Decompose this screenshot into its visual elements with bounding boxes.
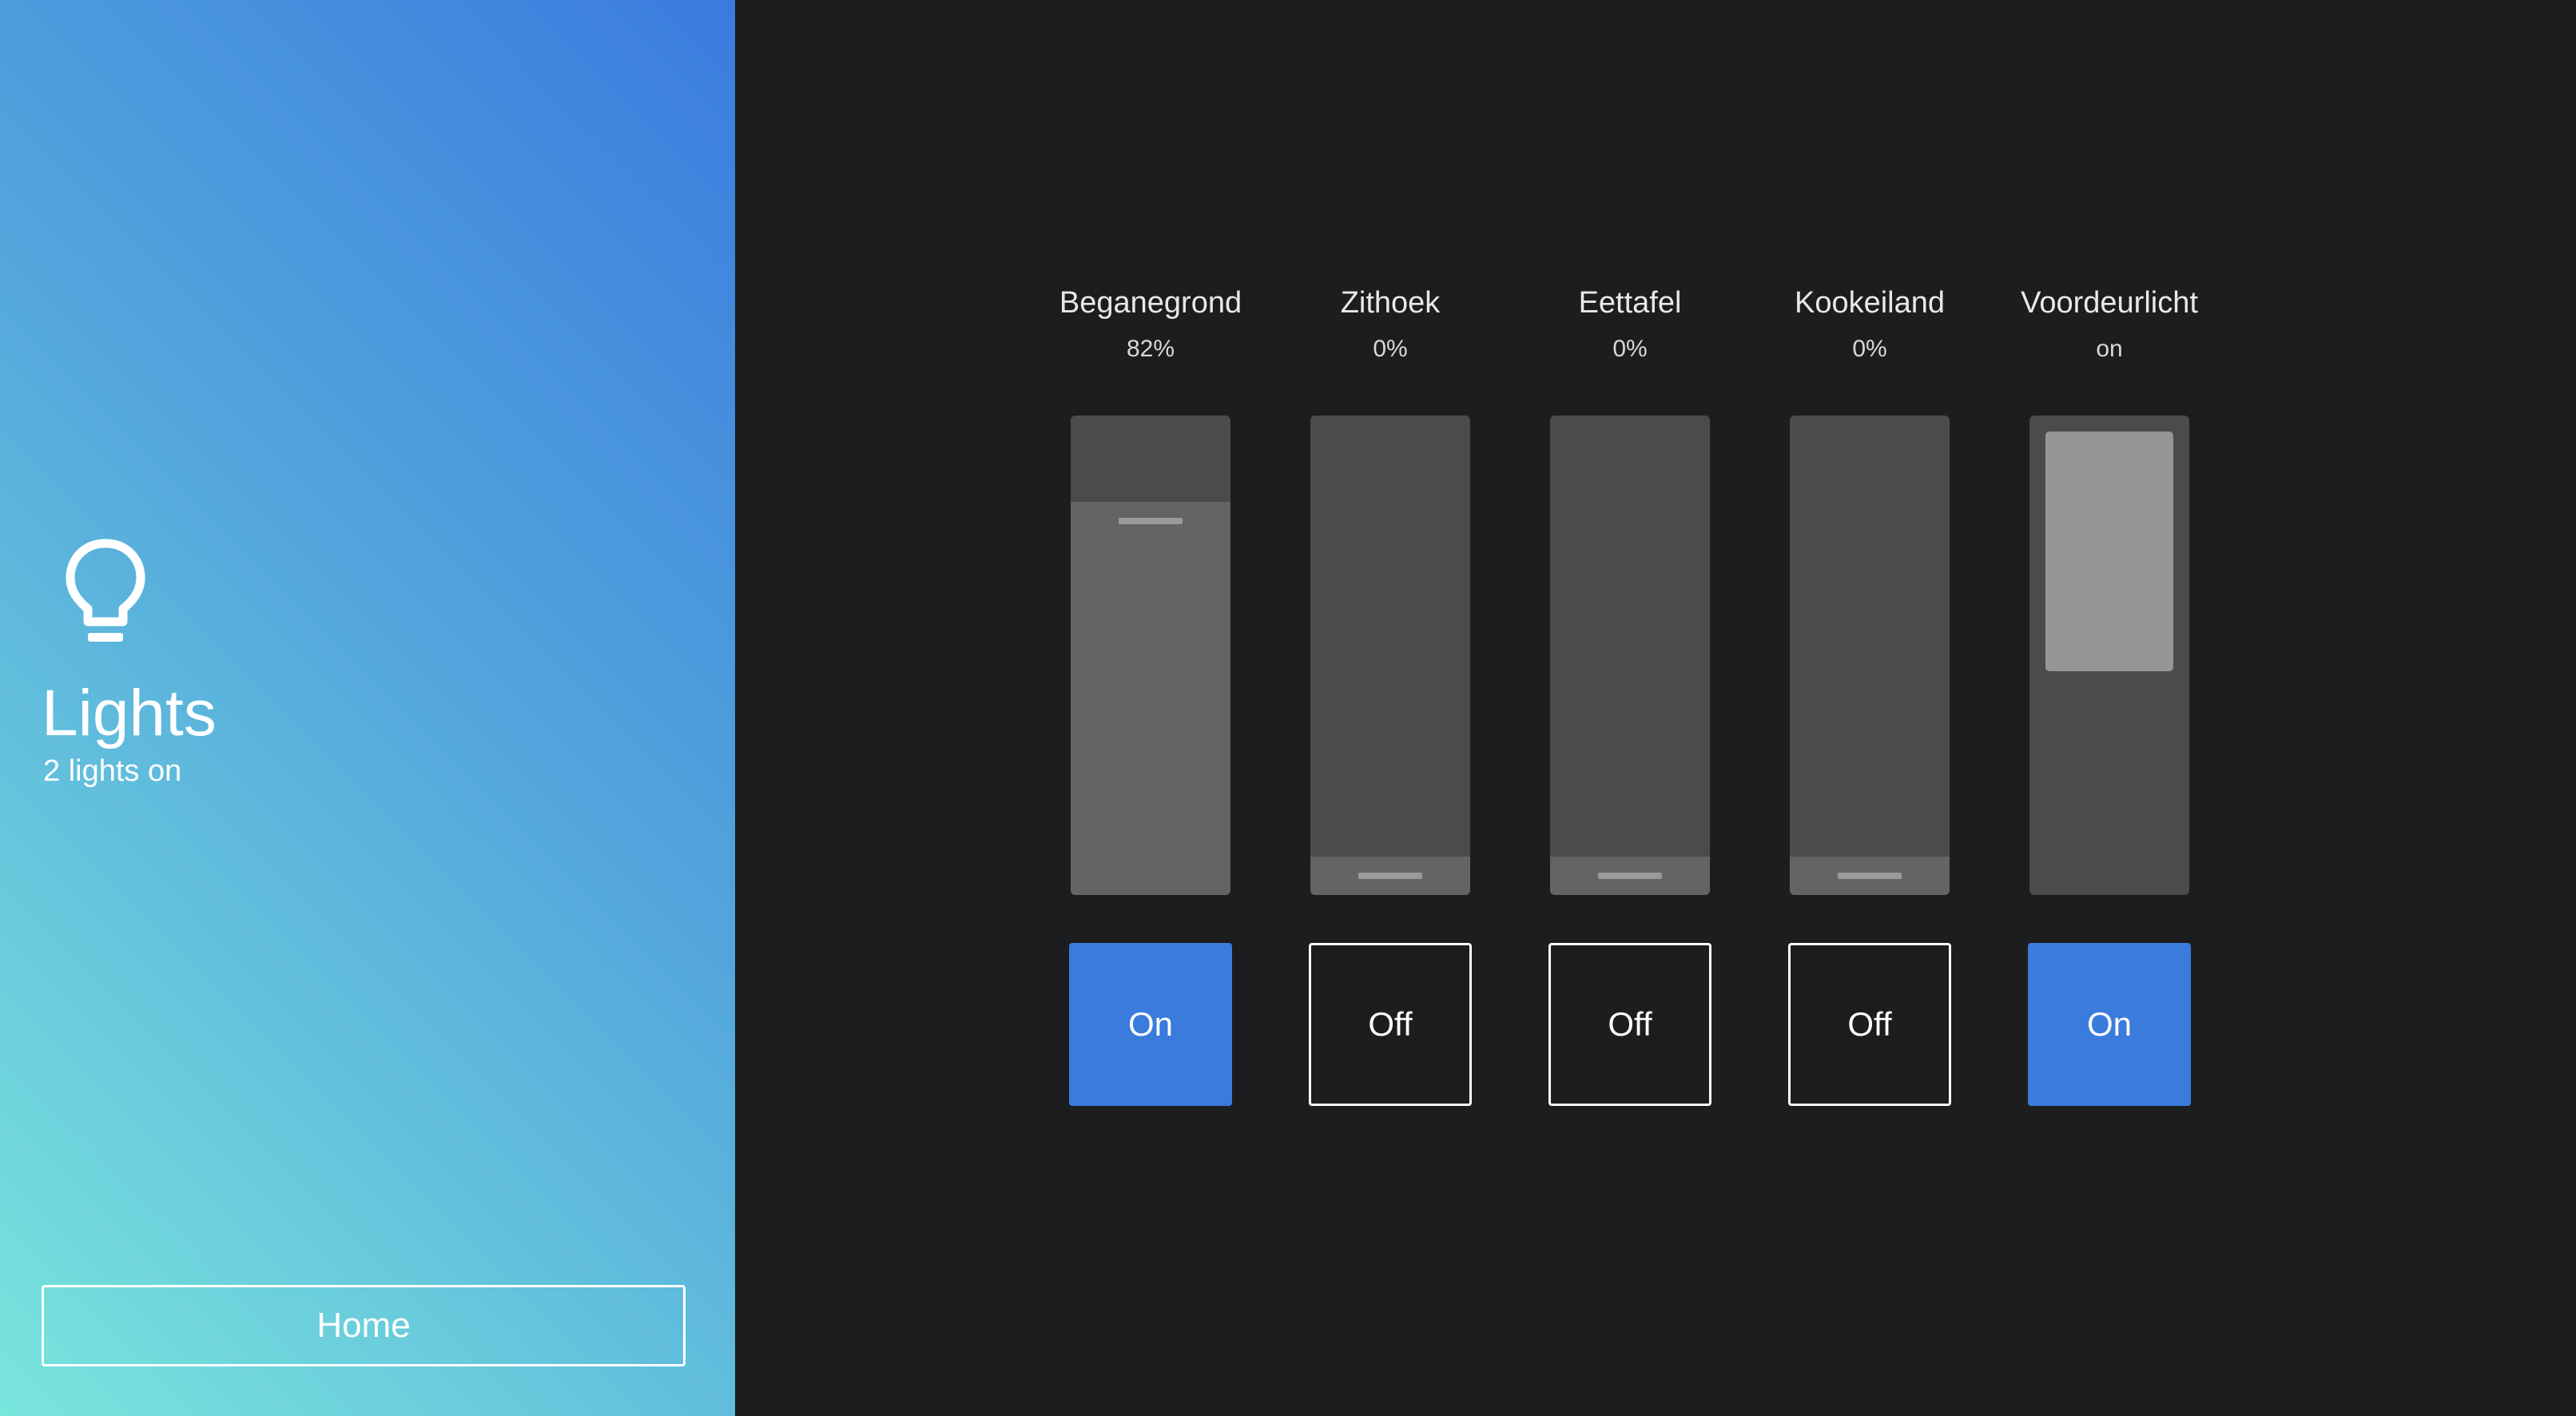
- light-value: on: [2096, 336, 2123, 362]
- switch-slider[interactable]: [2029, 416, 2189, 895]
- light-voordeurlicht: Voordeurlicht on On: [1990, 288, 2229, 1106]
- home-button[interactable]: Home: [42, 1285, 686, 1366]
- sidebar: Lights 2 lights on Home: [0, 0, 735, 1416]
- light-value: 0%: [1612, 336, 1648, 362]
- brightness-slider[interactable]: [1550, 416, 1710, 895]
- slider-handle[interactable]: [1358, 873, 1422, 879]
- light-name: Eettafel: [1578, 286, 1682, 320]
- light-value: 0%: [1852, 336, 1887, 362]
- slider-handle[interactable]: [1838, 873, 1902, 879]
- light-beganegrond: Beganegrond 82% On: [1031, 288, 1270, 1106]
- toggle-button[interactable]: Off: [1788, 943, 1951, 1106]
- brightness-slider[interactable]: [1071, 416, 1230, 895]
- slider-handle[interactable]: [1119, 518, 1183, 524]
- light-name: Zithoek: [1340, 286, 1441, 320]
- light-eettafel: Eettafel 0% Off: [1510, 288, 1750, 1106]
- slider-handle[interactable]: [1598, 873, 1662, 879]
- page-title: Lights: [42, 677, 217, 750]
- light-value: 0%: [1373, 336, 1408, 362]
- toggle-button[interactable]: On: [2028, 943, 2191, 1106]
- light-zithoek: Zithoek 0% Off: [1270, 288, 1510, 1106]
- light-name: Beganegrond: [1059, 286, 1242, 320]
- slider-fill: [1071, 502, 1230, 895]
- light-name: Kookeiland: [1794, 286, 1946, 320]
- light-value: 82%: [1126, 336, 1175, 362]
- light-kookeiland: Kookeiland 0% Off: [1750, 288, 1990, 1106]
- brightness-slider[interactable]: [1790, 416, 1950, 895]
- light-name: Voordeurlicht: [2021, 286, 2198, 320]
- toggle-button[interactable]: Off: [1309, 943, 1472, 1106]
- lightbulb-icon: [66, 539, 145, 642]
- toggle-button[interactable]: On: [1069, 943, 1232, 1106]
- lights-on-count: 2 lights on: [43, 754, 182, 788]
- switch-knob[interactable]: [2045, 432, 2173, 671]
- lights-panel: Beganegrond 82% On Zithoek 0% Off Eettaf…: [1031, 288, 2229, 1106]
- brightness-slider[interactable]: [1310, 416, 1470, 895]
- toggle-button[interactable]: Off: [1548, 943, 1711, 1106]
